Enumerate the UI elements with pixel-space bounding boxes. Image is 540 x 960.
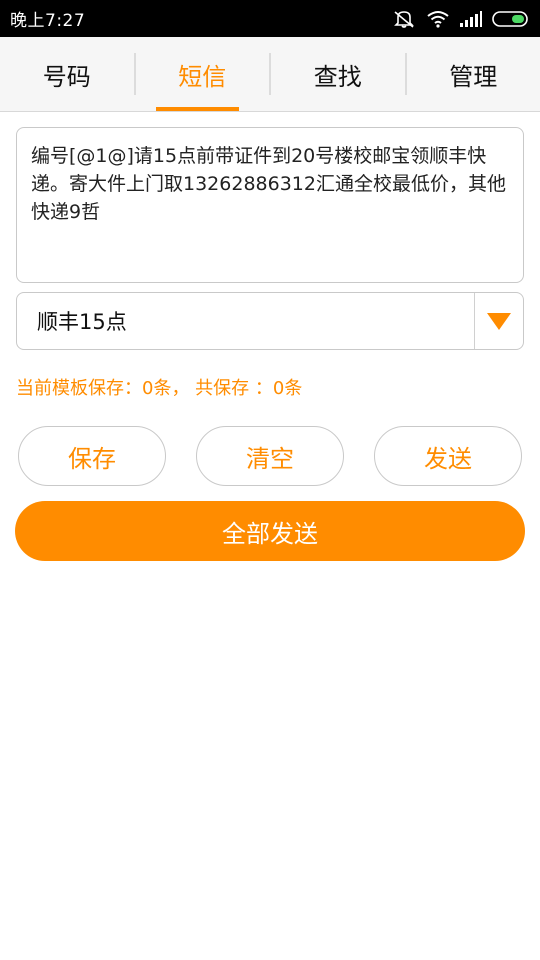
send-button-label: 发送 [424, 444, 472, 473]
signal-icon [460, 10, 482, 27]
clear-button-label: 清空 [246, 444, 294, 473]
tab-label: 查找 [313, 62, 362, 91]
dropdown-triangle-icon [487, 313, 511, 330]
status-bar: 晚上7:27 [0, 0, 540, 37]
tab-bar: 号码 短信 查找 管理 [0, 37, 540, 112]
message-text: 编号[@1@]请15点前带证件到20号楼校邮宝领顺丰快递。寄大件上门取13262… [31, 145, 506, 223]
template-selected-value: 顺丰15点 [37, 310, 127, 334]
tab-label: 短信 [178, 62, 227, 91]
status-icons [392, 9, 530, 29]
message-input[interactable]: 编号[@1@]请15点前带证件到20号楼校邮宝领顺丰快递。寄大件上门取13262… [16, 127, 524, 283]
send-all-button[interactable]: 全部发送 [15, 501, 525, 561]
save-button-label: 保存 [68, 444, 116, 473]
tab-sms[interactable]: 短信 [136, 37, 270, 111]
send-button[interactable]: 发送 [374, 426, 522, 486]
status-time: 晚上7:27 [10, 11, 86, 31]
wifi-icon [426, 10, 450, 28]
tab-label: 管理 [449, 62, 498, 91]
tab-search[interactable]: 查找 [271, 37, 405, 111]
tab-label: 号码 [42, 62, 91, 91]
mute-icon [392, 9, 416, 29]
dropdown-button[interactable] [474, 293, 523, 349]
save-counter: 当前模板保存：0条， 共保存 ：0条 [16, 378, 303, 399]
tab-numbers[interactable]: 号码 [0, 37, 134, 111]
save-button[interactable]: 保存 [18, 426, 166, 486]
tab-manage[interactable]: 管理 [407, 37, 540, 111]
send-all-button-label: 全部发送 [222, 519, 318, 548]
battery-icon [492, 10, 530, 27]
clear-button[interactable]: 清空 [196, 426, 344, 486]
template-select[interactable]: 顺丰15点 [16, 292, 524, 350]
